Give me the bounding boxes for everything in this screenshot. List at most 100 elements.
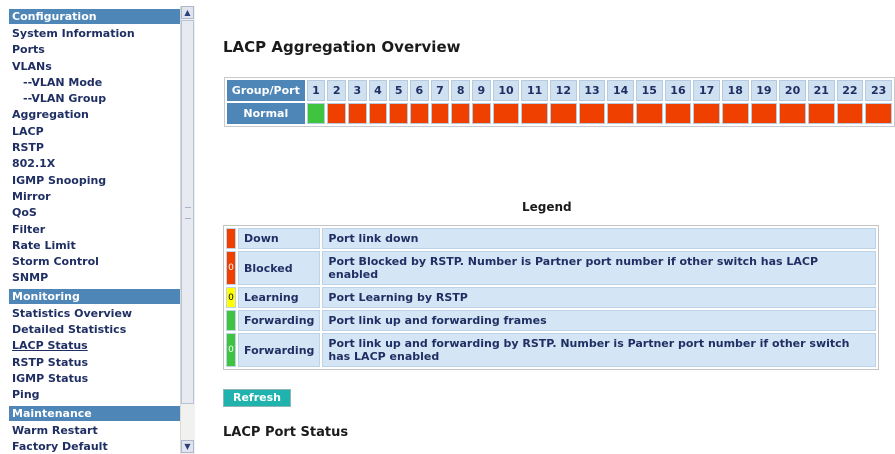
sidebar-item-storm-control[interactable]: Storm Control — [9, 254, 181, 270]
port-state-11 — [521, 103, 548, 124]
port-header-18: 18 — [721, 80, 749, 101]
port-header-20: 20 — [779, 80, 806, 101]
sidebar-item-vlan-group[interactable]: --VLAN Group — [9, 91, 181, 107]
port-state-3 — [347, 103, 367, 124]
scroll-grip-icon — [185, 207, 191, 219]
port-state-23 — [865, 103, 892, 124]
sidebar-item-lacp[interactable]: LACP — [9, 124, 181, 140]
legend-description: Port link up and forwarding frames — [322, 310, 876, 331]
legend-description: Port Learning by RSTP — [322, 287, 876, 308]
port-header-2: 2 — [327, 80, 346, 101]
sidebar-item-802-1x[interactable]: 802.1X — [9, 156, 181, 172]
sidebar-item-rate-limit[interactable]: Rate Limit — [9, 238, 181, 254]
aggregation-overview-table: Group/Port 1 2 3 4 5 6 7 8 9 10 11 12 13 14 15 16 17 18 19… — [224, 77, 895, 127]
sidebar-item-igmp-status[interactable]: IGMP Status — [9, 371, 181, 387]
sidebar-scrollbar[interactable]: ▲ ▼ — [180, 6, 195, 454]
sidebar-item-warm-restart[interactable]: Warm Restart — [9, 423, 181, 439]
port-state-5 — [389, 103, 408, 124]
sidebar-item-ping[interactable]: Ping — [9, 387, 181, 403]
port-header-9: 9 — [472, 80, 491, 101]
sidebar-item-system-information[interactable]: System Information — [9, 26, 181, 42]
sidebar-item-factory-default[interactable]: Factory Default — [9, 439, 181, 454]
port-state-17 — [693, 103, 720, 124]
port-header-12: 12 — [550, 80, 577, 101]
port-header-22: 22 — [836, 80, 864, 101]
port-state-16 — [664, 103, 692, 124]
sidebar-item-rstp-status[interactable]: RSTP Status — [9, 355, 181, 371]
scroll-up-arrow-icon[interactable]: ▲ — [181, 6, 194, 19]
port-state-12 — [550, 103, 577, 124]
port-state-19 — [750, 103, 778, 124]
sidebar-menu: Configuration System Information Ports VLAN… — [9, 7, 181, 454]
sidebar-item-detailed-statistics[interactable]: Detailed Statistics — [9, 322, 181, 338]
sidebar-item-vlan-mode[interactable]: --VLAN Mode — [9, 75, 181, 91]
sidebar-section-configuration: Configuration — [9, 9, 181, 24]
scroll-down-arrow-icon[interactable]: ▼ — [181, 440, 194, 453]
aggregation-header-row: Group/Port 1 2 3 4 5 6 7 8 9 10 11 12 13 14 15 16 17 18 19… — [227, 80, 892, 101]
port-state-6 — [410, 103, 429, 124]
port-state-20 — [779, 103, 806, 124]
group-port-header: Group/Port — [227, 80, 305, 101]
sidebar-section-maintenance: Maintenance — [9, 405, 181, 421]
scrollbar-thumb[interactable] — [181, 20, 194, 404]
port-header-23: 23 — [865, 80, 892, 101]
port-state-8 — [451, 103, 471, 124]
legend-row: Down Port link down — [226, 228, 876, 249]
port-state-18 — [721, 103, 749, 124]
sidebar-item-qos[interactable]: QoS — [9, 205, 181, 221]
port-state-9 — [472, 103, 491, 124]
sidebar-item-snmp[interactable]: SNMP — [9, 270, 181, 286]
legend-color-swatch: 0 — [226, 333, 236, 367]
legend-description: Port Blocked by RSTP. Number is Partner … — [322, 251, 876, 285]
sidebar-item-statistics-overview[interactable]: Statistics Overview — [9, 306, 181, 322]
legend-row: 0 Learning Port Learning by RSTP — [226, 287, 876, 308]
port-state-7 — [430, 103, 450, 124]
legend-description: Port link down — [322, 228, 876, 249]
port-state-22 — [836, 103, 864, 124]
port-state-4 — [368, 103, 388, 124]
refresh-button[interactable]: Refresh — [223, 389, 291, 407]
port-state-13 — [578, 103, 606, 124]
port-header-7: 7 — [430, 80, 450, 101]
legend-row: Forwarding Port link up and forwarding fr… — [226, 310, 876, 331]
legend-state-label: Blocked — [238, 251, 321, 285]
sidebar-item-vlans[interactable]: VLANs — [9, 59, 181, 75]
port-header-1: 1 — [306, 80, 326, 101]
port-header-11: 11 — [521, 80, 548, 101]
port-header-3: 3 — [347, 80, 367, 101]
sidebar-item-ports[interactable]: Ports — [9, 42, 181, 58]
normal-group-label: Normal — [227, 103, 305, 124]
page-title: LACP Aggregation Overview — [223, 38, 461, 56]
legend-color-swatch: 0 — [226, 287, 236, 308]
port-state-1 — [306, 103, 326, 124]
port-header-16: 16 — [664, 80, 692, 101]
sidebar-item-igmp-snooping[interactable]: IGMP Snooping — [9, 173, 181, 189]
sidebar-item-filter[interactable]: Filter — [9, 222, 181, 238]
sidebar-item-rstp[interactable]: RSTP — [9, 140, 181, 156]
legend-title: Legend — [522, 200, 572, 214]
port-header-13: 13 — [578, 80, 606, 101]
legend-table: Down Port link down 0 Blocked Port Blocked b… — [223, 225, 879, 370]
legend-state-label: Forwarding — [238, 333, 321, 367]
main-content: LACP Aggregation Overview Group/Port 123… — [195, 0, 895, 454]
port-header-8: 8 — [451, 80, 471, 101]
port-state-15 — [635, 103, 663, 124]
port-state-2 — [327, 103, 346, 124]
sidebar-item-aggregation[interactable]: Aggregation — [9, 107, 181, 123]
sidebar-item-mirror[interactable]: Mirror — [9, 189, 181, 205]
port-state-10 — [492, 103, 520, 124]
port-header-17: 17 — [693, 80, 720, 101]
legend-row: 0 Blocked Port Blocked by RSTP. Number is … — [226, 251, 876, 285]
legend-state-label: Learning — [238, 287, 321, 308]
legend-state-label: Down — [238, 228, 321, 249]
legend-description: Port link up and forwarding by RSTP. Num… — [322, 333, 876, 367]
port-state-21 — [807, 103, 835, 124]
port-header-14: 14 — [607, 80, 634, 101]
port-header-5: 5 — [389, 80, 408, 101]
aggregation-normal-row: Normal — [227, 103, 892, 124]
sidebar-nav: Configuration System Information Ports VLAN… — [0, 0, 195, 454]
sidebar-item-lacp-status[interactable]: LACP Status — [9, 338, 181, 354]
legend-color-swatch: 0 — [226, 251, 236, 285]
port-header-19: 19 — [750, 80, 778, 101]
sidebar-section-monitoring: Monitoring — [9, 288, 181, 304]
